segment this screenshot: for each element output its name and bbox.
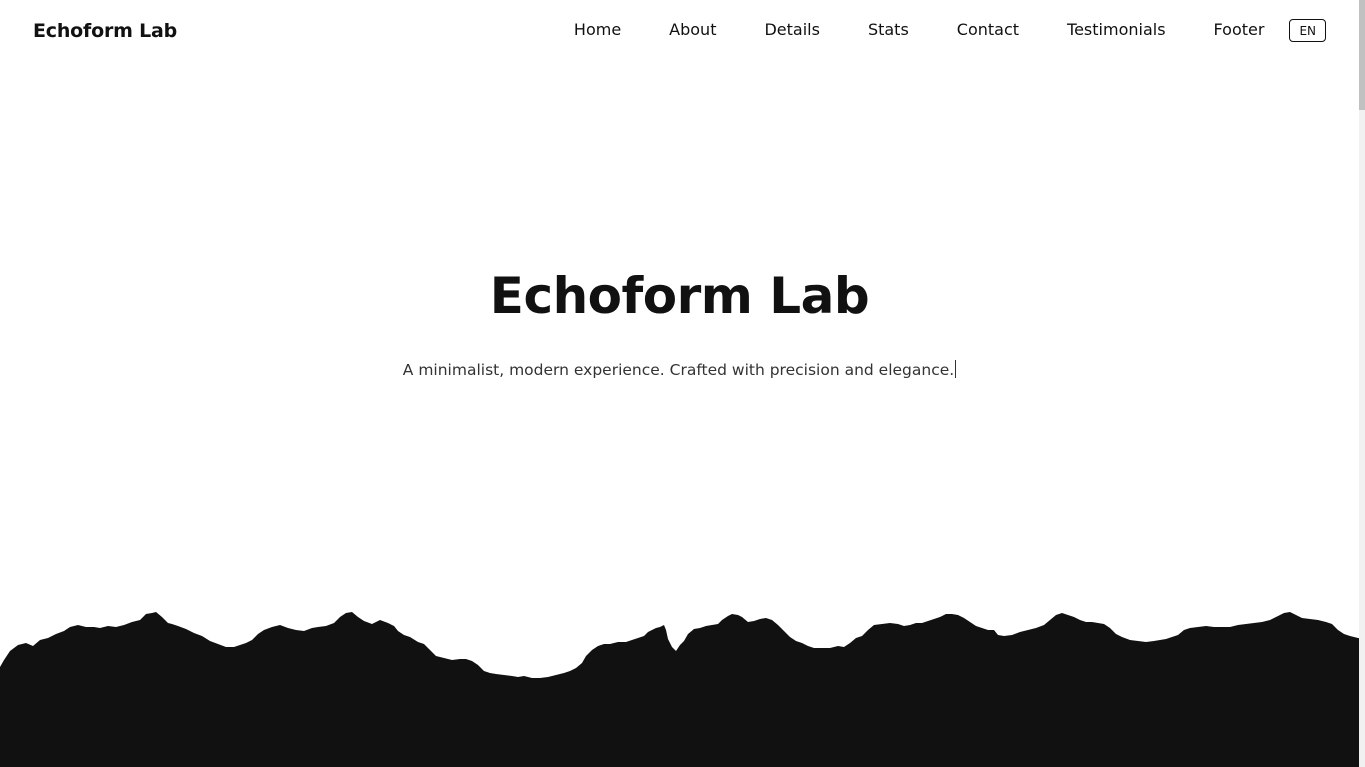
hero-subtitle-line: A minimalist, modern experience. Crafted… (0, 360, 1359, 379)
nav-link-contact[interactable]: Contact (957, 20, 1019, 39)
scrollbar[interactable] (1359, 0, 1365, 767)
scrollbar-thumb[interactable] (1359, 0, 1365, 110)
nav-link-details[interactable]: Details (764, 20, 819, 39)
language-button[interactable]: EN (1289, 18, 1326, 42)
nav-link-home[interactable]: Home (574, 20, 621, 39)
site-header: Echoform Lab Home About Details Stats Co… (0, 0, 1359, 60)
hero-title: Echoform Lab (489, 267, 870, 325)
nav-link-testimonials[interactable]: Testimonials (1067, 20, 1166, 39)
nav-link-stats[interactable]: Stats (868, 20, 909, 39)
typing-caret (955, 360, 957, 378)
nav-link-about[interactable]: About (669, 20, 716, 39)
page: Echoform Lab Home About Details Stats Co… (0, 0, 1365, 767)
main-nav: Home About Details Stats Contact Testimo… (526, 18, 1326, 42)
site-logo[interactable]: Echoform Lab (33, 20, 177, 42)
hero-subtitle: A minimalist, modern experience. Crafted… (402, 361, 955, 379)
nav-link-footer[interactable]: Footer (1214, 20, 1265, 39)
torn-paper-edge (0, 612, 1365, 767)
